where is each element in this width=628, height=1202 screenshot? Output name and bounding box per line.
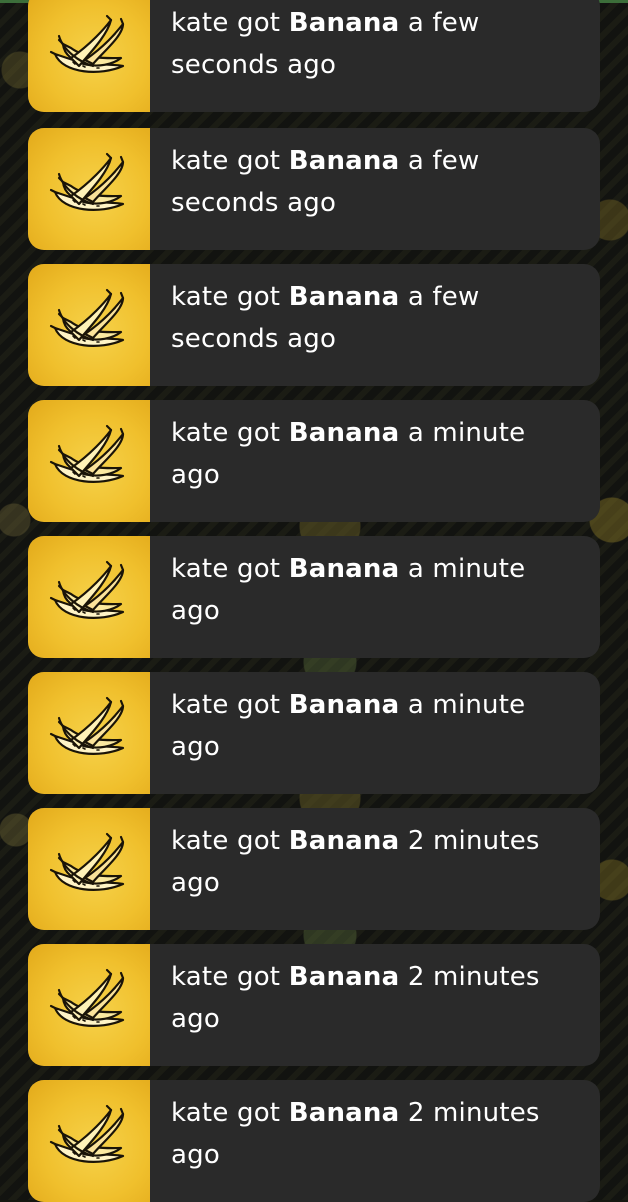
timestamp-part: ago [171,868,220,898]
timestamp-part: a few [407,146,480,176]
item-name: Banana [288,418,400,448]
feed-item[interactable]: kate got Banana a minute ago [28,536,600,658]
timestamp-part: a few [407,8,480,38]
feed-item[interactable]: kate got Banana a few seconds ago [28,128,600,250]
action-verb: got [237,826,281,856]
item-thumbnail [28,128,150,250]
item-thumbnail [28,400,150,522]
feed-item[interactable]: kate got Banana a minute ago [28,400,600,522]
action-verb: got [237,8,281,38]
feed-item[interactable]: kate got Banana a minute ago [28,672,600,794]
timestamp-part: seconds ago [171,50,337,80]
item-name: Banana [288,146,400,176]
timestamp-part: a few [407,282,480,312]
feed-item[interactable]: kate got Banana 2 minutes ago [28,1080,600,1202]
feed-message: kate got Banana a minute ago [150,536,543,658]
feed-message: kate got Banana a few seconds ago [150,128,497,250]
username: kate [171,690,229,720]
banana-bunch-icon [49,424,129,498]
username: kate [171,146,229,176]
timestamp-part: a minute [407,418,526,448]
username: kate [171,282,229,312]
action-verb: got [237,554,281,584]
notification-feed: kate got Banana a few seconds ago kate g… [28,0,600,1202]
timestamp-part: ago [171,1140,220,1170]
item-name: Banana [288,282,400,312]
timestamp-part: seconds ago [171,324,337,354]
banana-bunch-icon [49,832,129,906]
timestamp-part: ago [171,596,220,626]
timestamp-part: 2 minutes [407,962,540,992]
action-verb: got [237,1098,281,1128]
feed-item[interactable]: kate got Banana 2 minutes ago [28,808,600,930]
item-thumbnail [28,536,150,658]
action-verb: got [237,418,281,448]
username: kate [171,418,229,448]
banana-bunch-icon [49,560,129,634]
feed-message: kate got Banana 2 minutes ago [150,1080,558,1202]
username: kate [171,554,229,584]
timestamp-part: 2 minutes [407,826,540,856]
item-thumbnail [28,944,150,1066]
timestamp-part: a minute [407,690,526,720]
action-verb: got [237,282,281,312]
item-thumbnail [28,1080,150,1202]
username: kate [171,826,229,856]
feed-item[interactable]: kate got Banana 2 minutes ago [28,944,600,1066]
feed-message: kate got Banana 2 minutes ago [150,944,558,1066]
action-verb: got [237,146,281,176]
banana-bunch-icon [49,14,129,88]
feed-message: kate got Banana 2 minutes ago [150,808,558,930]
banana-bunch-icon [49,152,129,226]
timestamp-part: ago [171,460,220,490]
banana-bunch-icon [49,696,129,770]
item-name: Banana [288,554,400,584]
item-name: Banana [288,690,400,720]
feed-message: kate got Banana a minute ago [150,672,543,794]
feed-message: kate got Banana a minute ago [150,400,543,522]
timestamp-part: 2 minutes [407,1098,540,1128]
username: kate [171,962,229,992]
banana-bunch-icon [49,1104,129,1178]
timestamp-part: ago [171,732,220,762]
item-thumbnail [28,808,150,930]
timestamp-part: ago [171,1004,220,1034]
banana-bunch-icon [49,288,129,362]
timestamp-part: a minute [407,554,526,584]
item-name: Banana [288,1098,400,1128]
feed-item[interactable]: kate got Banana a few seconds ago [28,0,600,112]
item-name: Banana [288,826,400,856]
item-name: Banana [288,962,400,992]
item-thumbnail [28,264,150,386]
action-verb: got [237,962,281,992]
action-verb: got [237,690,281,720]
username: kate [171,1098,229,1128]
feed-item[interactable]: kate got Banana a few seconds ago [28,264,600,386]
username: kate [171,8,229,38]
feed-message: kate got Banana a few seconds ago [150,0,497,112]
item-thumbnail [28,672,150,794]
banana-bunch-icon [49,968,129,1042]
feed-message: kate got Banana a few seconds ago [150,264,497,386]
item-name: Banana [288,8,400,38]
item-thumbnail [28,0,150,112]
timestamp-part: seconds ago [171,188,337,218]
